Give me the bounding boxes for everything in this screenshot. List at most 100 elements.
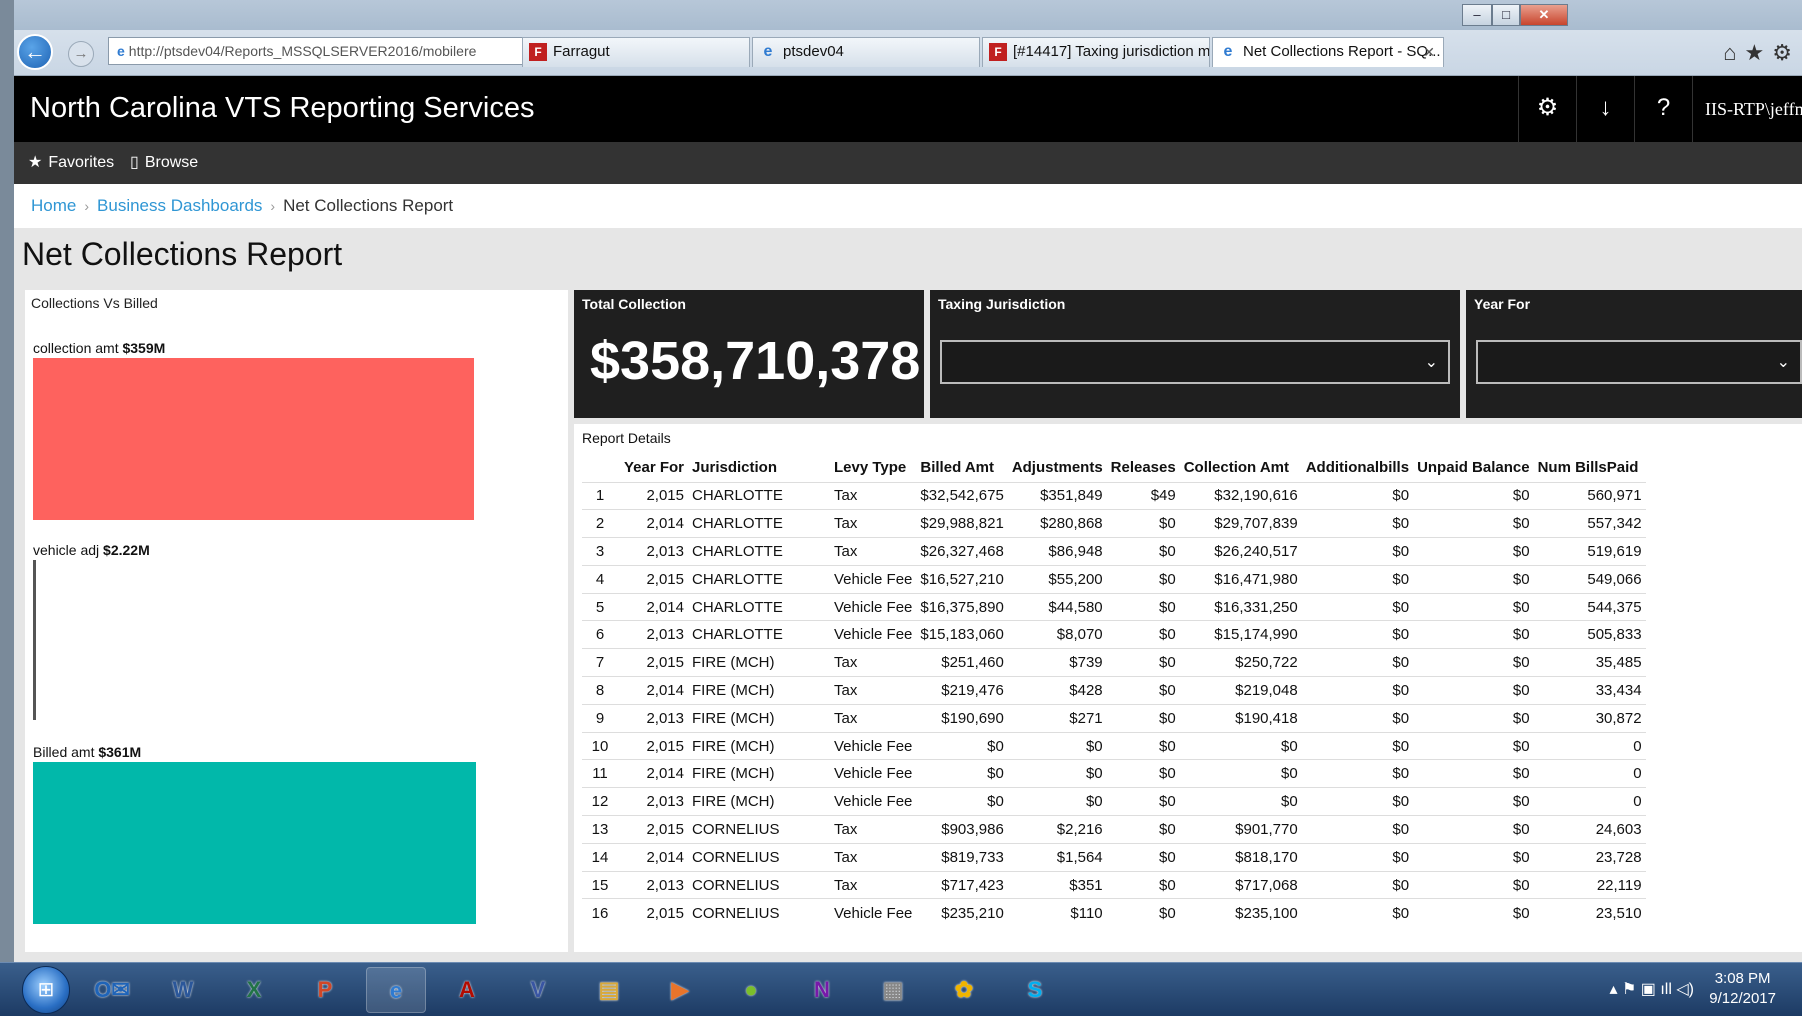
collections-vs-billed-panel[interactable]: Collections Vs Billed collection amt $35…: [25, 290, 568, 952]
kpi-label: Total Collection: [582, 296, 686, 312]
minimize-button[interactable]: –: [1462, 4, 1492, 26]
table-row[interactable]: 12 2,013 FIRE (MCH) Vehicle Fee $0 $0 $0 $0 $0 $0…: [582, 787, 1646, 816]
table-row[interactable]: 16 2,015 CORNELIUS Vehicle Fee $235,210 $110 $…: [582, 898, 1646, 927]
taskbar: ⊞ O✉ W X Pe A V ▤ ▶ ● N ▦ ✿ S ▴ ⚑ ▣ ıll ◁) 3:08 PM 9…: [0, 962, 1802, 1016]
onenote-icon[interactable]: N: [792, 967, 852, 1013]
settings-gear-icon[interactable]: ⚙: [1518, 76, 1576, 142]
bar-vehicle-adj[interactable]: [33, 560, 36, 720]
table-cell: CORNELIUS: [688, 898, 830, 927]
column-header[interactable]: Unpaid Balance: [1413, 454, 1534, 482]
report-details-table[interactable]: Year For Jurisdiction Levy Type Billed Amt A…: [582, 454, 1646, 927]
table-row[interactable]: 13 2,015 CORNELIUS Tax $903,986 $2,216 $0 $901,…: [582, 815, 1646, 844]
chrome-ball-icon[interactable]: ●: [721, 967, 781, 1013]
table-row[interactable]: 11 2,014 FIRE (MCH) Vehicle Fee $0 $0 $0 $0 $0 $0…: [582, 759, 1646, 788]
column-header[interactable]: Additionalbills: [1302, 454, 1413, 482]
table-row[interactable]: 15 2,013 CORNELIUS Tax $717,423 $351 $0 $717,06…: [582, 870, 1646, 899]
table-cell: $32,190,616: [1179, 481, 1302, 510]
forward-button[interactable]: →: [68, 41, 94, 67]
clock[interactable]: 3:08 PM 9/12/2017: [1709, 969, 1776, 1009]
acrobat-icon[interactable]: A: [437, 967, 497, 1013]
table-cell: $0: [1106, 676, 1180, 705]
powerpoint-icon[interactable]: P: [295, 967, 355, 1013]
column-header[interactable]: [582, 454, 618, 482]
star-icon: ★: [28, 154, 43, 171]
column-header[interactable]: Jurisdiction: [688, 454, 830, 482]
table-cell: 560,971: [1533, 481, 1646, 510]
table-row[interactable]: 4 2,015 CHARLOTTE Vehicle Fee $16,527,210 $55…: [582, 564, 1646, 594]
table-cell: $0: [1301, 759, 1414, 788]
window-close-button[interactable]: ✕: [1520, 4, 1568, 26]
back-button[interactable]: ←: [17, 34, 53, 70]
table-cell: 2,015: [618, 815, 688, 844]
bar-billed-amt[interactable]: [33, 762, 476, 924]
word-icon[interactable]: W: [153, 967, 213, 1013]
table-cell: Tax: [830, 648, 917, 677]
column-header[interactable]: Year For: [618, 454, 688, 482]
column-header[interactable]: Collection Amt: [1180, 454, 1302, 482]
table-row[interactable]: 2 2,014 CHARLOTTE Tax $29,988,821 $280,868 $0 $…: [582, 509, 1646, 538]
flower-app-icon[interactable]: ✿: [934, 967, 994, 1013]
page-title: Net Collections Report: [22, 236, 343, 272]
skype-icon[interactable]: S: [1005, 967, 1065, 1013]
year-select[interactable]: ⌄: [1476, 340, 1802, 384]
breadcrumb-current: Net Collections Report: [283, 196, 454, 215]
file-explorer-icon[interactable]: ▤: [579, 967, 639, 1013]
download-icon[interactable]: ↓: [1576, 76, 1634, 142]
home-favorites-tools-icons[interactable]: ⌂★⚙: [1723, 40, 1800, 66]
column-header[interactable]: Num BillsPaid: [1534, 454, 1646, 482]
table-cell: FIRE (MCH): [688, 676, 830, 705]
table-cell: $219,476: [916, 676, 1008, 705]
browser-chrome: – □ ✕ ← → e http://ptsdev04/Reports_MSSQL…: [14, 0, 1802, 76]
table-row[interactable]: 5 2,014 CHARLOTTE Vehicle Fee $16,375,890 $44…: [582, 592, 1646, 621]
nav-browse[interactable]: ▯ Browse: [130, 142, 198, 184]
table-cell: $0: [1413, 815, 1534, 844]
column-header[interactable]: Levy Type: [830, 454, 916, 482]
table-cell: $0: [1106, 564, 1180, 594]
table-row[interactable]: 10 2,015 FIRE (MCH) Vehicle Fee $0 $0 $0 $0 $0 $0…: [582, 731, 1646, 760]
column-header[interactable]: Billed Amt: [916, 454, 1007, 482]
table-row[interactable]: 6 2,013 CHARLOTTE Vehicle Fee $15,183,060 $8,…: [582, 620, 1646, 649]
table-cell: 35,485: [1533, 648, 1646, 677]
table-cell: Tax: [830, 481, 917, 510]
excel-icon[interactable]: X: [224, 967, 284, 1013]
column-header[interactable]: Releases: [1107, 454, 1180, 482]
close-icon[interactable]: ✕: [1423, 38, 1435, 66]
internet-explorer-icon[interactable]: e: [366, 967, 426, 1013]
breadcrumb-business-dashboards[interactable]: Business Dashboards: [97, 196, 262, 215]
table-cell: 30,872: [1533, 703, 1646, 733]
table-cell: FIRE (MCH): [688, 759, 830, 788]
column-header[interactable]: Adjustments: [1008, 454, 1107, 482]
table-cell: $16,471,980: [1179, 564, 1302, 594]
media-player-icon[interactable]: ▶: [650, 967, 710, 1013]
table-cell: $901,770: [1179, 815, 1302, 844]
table-row[interactable]: 7 2,015 FIRE (MCH) Tax $251,460 $739 $0 $250,72…: [582, 648, 1646, 677]
tab-net-collections-report[interactable]: e Net Collections Report - SQ... ✕: [1212, 37, 1444, 67]
table-row[interactable]: 1 2,015 CHARLOTTE Tax $32,542,675 $351,849 $49…: [582, 481, 1646, 510]
maximize-button[interactable]: □: [1492, 4, 1520, 26]
table-row[interactable]: 3 2,013 CHARLOTTE Tax $26,327,468 $86,948 $0 $2…: [582, 537, 1646, 566]
nav-favorites[interactable]: ★ Favorites: [28, 142, 114, 184]
help-icon[interactable]: ?: [1634, 76, 1692, 142]
table-cell: $16,527,210: [916, 564, 1008, 594]
table-row[interactable]: 9 2,013 FIRE (MCH) Tax $190,690 $271 $0 $190,41…: [582, 703, 1646, 733]
start-button[interactable]: ⊞: [22, 966, 70, 1014]
calculator-icon[interactable]: ▦: [863, 967, 923, 1013]
bar-collection-amt[interactable]: [33, 358, 474, 520]
user-menu[interactable]: IIS-RTP\jeffm: [1692, 76, 1802, 142]
table-row[interactable]: 8 2,014 FIRE (MCH) Tax $219,476 $428 $0 $219,04…: [582, 676, 1646, 705]
system-tray-icons[interactable]: ▴ ⚑ ▣ ıll ◁): [1610, 979, 1694, 999]
tab-jira-issue[interactable]: F [#14417] Taxing jurisdiction mi...: [982, 37, 1210, 67]
tab-label: ptsdev04: [783, 43, 844, 60]
address-text: http://ptsdev04/Reports_MSSQLSERVER2016/…: [128, 43, 477, 59]
year-filter-label: Year For: [1474, 296, 1531, 312]
table-cell: $8,070: [1007, 620, 1107, 649]
visio-icon[interactable]: V: [508, 967, 568, 1013]
table-cell: $110: [1007, 898, 1107, 927]
jurisdiction-select[interactable]: ⌄: [940, 340, 1450, 384]
outlook-icon[interactable]: O✉: [82, 967, 142, 1013]
table-cell: $26,327,468: [916, 537, 1008, 566]
table-row[interactable]: 14 2,014 CORNELIUS Tax $819,733 $1,564 $0 $818,…: [582, 842, 1646, 872]
tab-farragut[interactable]: F Farragut: [522, 37, 750, 67]
breadcrumb-home[interactable]: Home: [31, 196, 76, 215]
tab-ptsdev04[interactable]: e ptsdev04: [752, 37, 980, 67]
